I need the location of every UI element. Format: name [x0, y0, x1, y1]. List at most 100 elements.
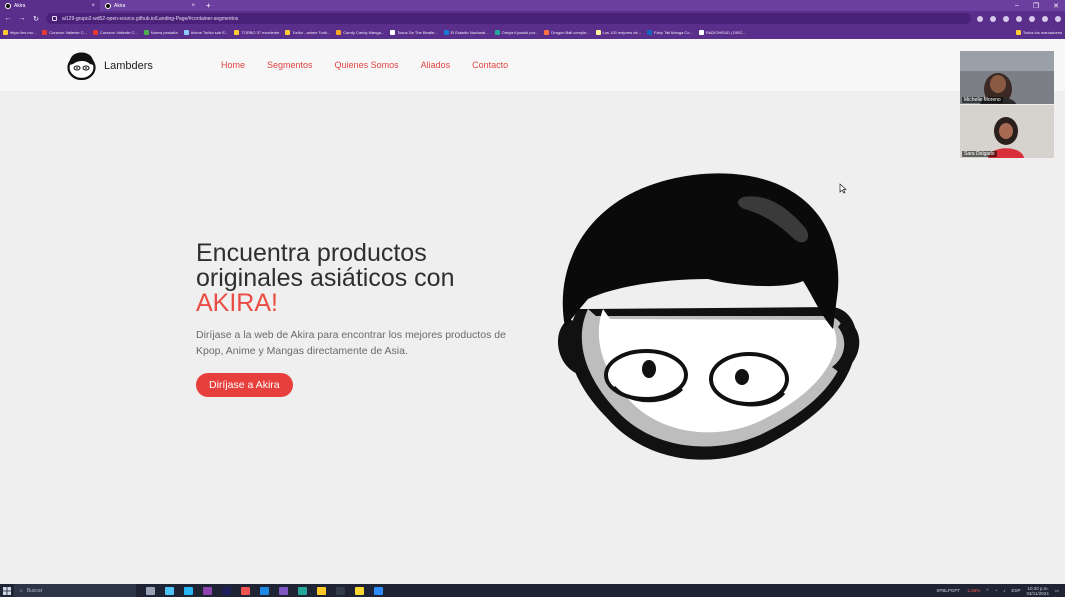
bookmark-icon — [42, 30, 48, 35]
tab-close-icon[interactable]: × — [191, 3, 195, 9]
nav-link-segmentos[interactable]: Segmentos — [267, 60, 313, 70]
bookmark-icon — [390, 30, 396, 35]
terminal-icon[interactable] — [336, 586, 345, 595]
bookmark-item[interactable]: Fairy Tail Manga Co... — [647, 30, 693, 35]
all-bookmarks-folder[interactable]: Todos los marcadores — [1015, 30, 1062, 35]
bookmark-icon — [544, 30, 550, 35]
url-field[interactable]: ai129-grupo2-wd52-open-source.github.io/… — [46, 13, 971, 24]
bookmark-item[interactable]: Toriko - anime Torik... — [285, 30, 330, 35]
tab-close-icon[interactable]: × — [91, 3, 95, 9]
bookmark-item[interactable]: Anime Toriko sub E... — [183, 30, 228, 35]
extensions-icon[interactable] — [1016, 15, 1022, 22]
bookmark-item[interactable]: Omiya Kyosuki por... — [494, 30, 538, 35]
akira-head-logo-icon — [67, 52, 96, 80]
folder-app-icon[interactable] — [317, 586, 326, 595]
chrome-icon[interactable] — [279, 586, 288, 595]
bookmark-icon — [143, 30, 149, 35]
search-placeholder: Buscar — [26, 587, 43, 594]
bookmark-item[interactable]: Dragon Ball comple... — [544, 30, 590, 35]
notifications-icon[interactable]: ▭ — [1055, 588, 1059, 594]
browser-tab-akira-1[interactable]: Akira × — [0, 0, 100, 11]
mouse-cursor-icon — [839, 183, 847, 194]
video-call-tile[interactable]: Michelle Moreno — [960, 51, 1054, 104]
sidepanel-icon[interactable] — [1029, 15, 1035, 22]
participant-name: Sara Delgado — [962, 151, 997, 157]
back-icon[interactable]: ← — [4, 15, 12, 22]
video-call-tile[interactable]: Sara Delgado — [960, 105, 1054, 158]
bookmark-icon — [595, 30, 601, 35]
cta-button[interactable]: Diríjase a Akira — [196, 373, 293, 397]
maximize-icon[interactable]: ❐ — [1033, 2, 1039, 10]
hero-description: Diríjase a la web de Akira para encontra… — [196, 329, 506, 357]
browser-tab-akira-2[interactable]: Akira × — [100, 0, 200, 11]
nav-link-home[interactable]: Home — [221, 60, 245, 70]
bookmark-icon — [647, 30, 653, 35]
zoom-icon[interactable] — [977, 15, 983, 22]
tray-chevron-icon[interactable]: ^ — [986, 588, 988, 593]
akira-favicon-icon — [5, 2, 11, 9]
bookmark-item[interactable]: RADIOHEAD | DISC... — [698, 30, 746, 35]
bookmark-item[interactable]: El Estadio Nacional... — [443, 30, 489, 35]
nav-link-quienes-somos[interactable]: Quienes Somos — [335, 60, 399, 70]
visual-studio-icon[interactable] — [203, 586, 212, 595]
hero-title-accent: AKIRA! — [196, 289, 278, 317]
wifi-icon[interactable]: ◔ — [995, 588, 998, 593]
url-text: ai129-grupo2-wd52-open-source.github.io/… — [62, 15, 239, 22]
notes-icon[interactable] — [355, 586, 364, 595]
office-icon[interactable] — [241, 586, 250, 595]
bookmark-item[interactable]: Candy Candy Manga... — [336, 30, 384, 35]
brand-logo[interactable]: Lambders — [66, 51, 153, 80]
taskbar-clock[interactable]: 10:20 p.m. 03/11/2024 — [1027, 586, 1049, 596]
close-window-icon[interactable]: ✕ — [1053, 2, 1059, 10]
taskbar-apps — [146, 586, 383, 595]
task-view-icon[interactable] — [146, 586, 155, 595]
browser-app-icon[interactable] — [298, 586, 307, 595]
site-info-icon[interactable] — [52, 16, 57, 21]
hero-title-line-2: originales asiáticos con — [196, 264, 455, 292]
bookmark-icon — [3, 30, 8, 35]
bookmark-icon — [183, 30, 189, 35]
hero-title-line-1: Encuentra productos — [196, 239, 427, 267]
bookmark-icon — [443, 30, 449, 35]
search-icon: ⌕ — [20, 587, 23, 594]
edge-icon[interactable] — [184, 586, 193, 595]
site-navbar: Lambders Home Segmentos Quienes Somos Al… — [0, 39, 1065, 91]
tab-label: Akira — [114, 2, 126, 9]
new-tab-icon[interactable]: + — [206, 1, 211, 10]
vscode-icon[interactable] — [260, 586, 269, 595]
tab-label: Akira — [14, 2, 26, 9]
windows-start-icon[interactable] — [0, 584, 14, 597]
nav-link-contacto[interactable]: Contacto — [472, 60, 508, 70]
os-taskbar: ⌕ Buscar SPBLPGPT -1.56% ^ ◔ ♪ ESP 10:20… — [0, 584, 1065, 597]
akira-face-illustration — [558, 173, 860, 460]
bookmark-item[interactable]: Corazon Valiente C... — [42, 30, 87, 35]
zoom-app-icon[interactable] — [374, 586, 383, 595]
volume-icon[interactable]: ♪ — [1003, 588, 1005, 593]
adobe-icon[interactable] — [222, 586, 231, 595]
bookmark-item[interactable]: https://es.mo... — [3, 30, 36, 35]
star-icon[interactable] — [1003, 15, 1009, 22]
browser-toolbar-icons — [977, 15, 1061, 22]
file-explorer-icon[interactable] — [165, 586, 174, 595]
language-indicator[interactable]: ESP — [1012, 588, 1021, 593]
taskbar-search-field[interactable]: ⌕ Buscar — [14, 584, 136, 597]
bookmark-item[interactable]: Tosos De The Beatle... — [390, 30, 438, 35]
reload-icon[interactable]: ↻ — [32, 15, 40, 23]
share-icon[interactable] — [990, 15, 996, 22]
profile-icon[interactable] — [1042, 15, 1048, 22]
bookmark-icon — [92, 30, 98, 35]
bookmark-item[interactable]: Corazon Valiente C... — [92, 30, 138, 35]
window-controls: – ❐ ✕ — [1015, 0, 1059, 11]
forward-icon[interactable]: → — [18, 15, 26, 22]
stock-ticker[interactable]: SPBLPGPT — [936, 588, 960, 593]
nav-link-aliados[interactable]: Aliados — [421, 60, 451, 70]
bookmark-item[interactable]: Nueva pestaña — [143, 30, 178, 35]
bookmark-item[interactable]: Los 100 mejores de... — [595, 30, 641, 35]
bookmark-item[interactable]: TORBO 37 excelente — [234, 30, 279, 35]
minimize-icon[interactable]: – — [1015, 2, 1019, 9]
brand-name: Lambders — [104, 59, 153, 72]
participant-name: Michelle Moreno — [962, 97, 1003, 103]
clock-time: 10:20 p.m. — [1027, 585, 1049, 591]
menu-dots-icon[interactable] — [1055, 15, 1061, 22]
clock-date: 03/11/2024 — [1026, 590, 1049, 596]
